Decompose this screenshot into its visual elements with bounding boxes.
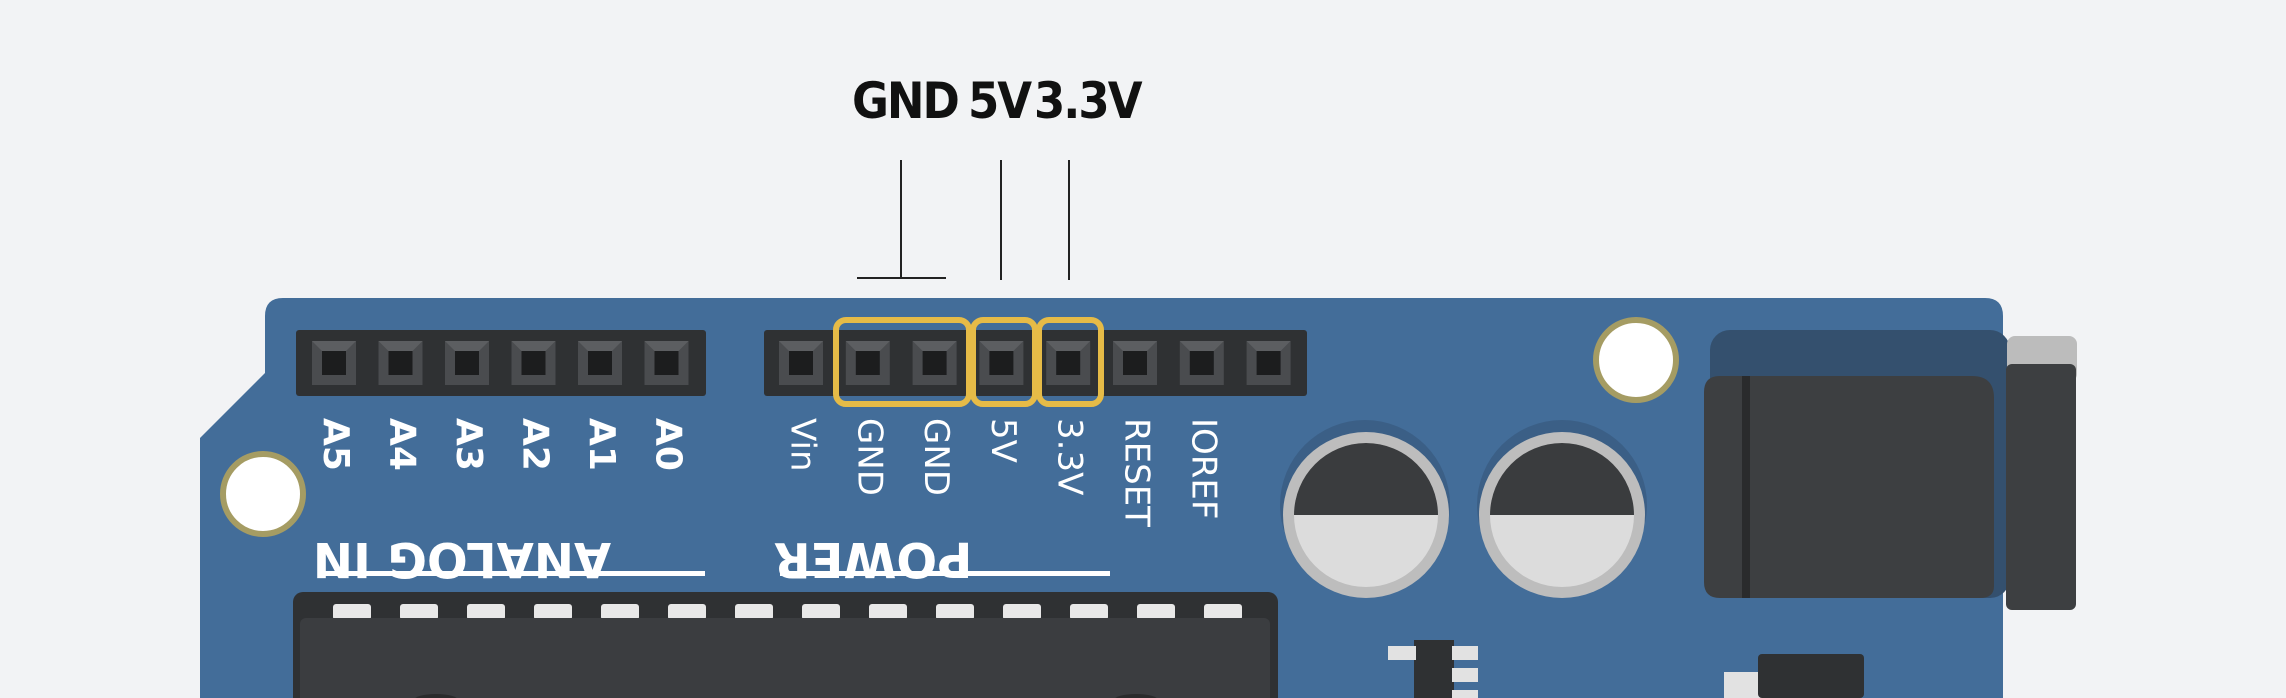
analog-pin-label-a2: A2 (515, 418, 556, 471)
chip-pin-3 (534, 604, 572, 620)
power-pin-label-33v: 3.3V (1050, 418, 1090, 495)
board-svg: A5 A4 A3 A2 A1 A0 Vin GND GND 5V 3.3V RESET IOREF A… (200, 298, 2077, 698)
analog-in-title: ANALOG IN (313, 531, 611, 587)
capacitor-1 (1280, 420, 1450, 598)
power-pin-label-vin: Vin (783, 418, 823, 472)
power-pin-socket-7 (1246, 341, 1291, 385)
analog-pin-socket-a3 (445, 341, 489, 385)
analog-pin-socket-a4 (378, 341, 423, 385)
power-pin-socket-4 (1046, 341, 1091, 385)
power-underline (780, 571, 1110, 576)
analog-pin-label-a3: A3 (448, 418, 489, 471)
chip-pin-10 (1003, 604, 1041, 620)
chip-pin-0 (333, 604, 371, 620)
chip-pin-5 (668, 604, 706, 620)
analog-pin-label-a5: A5 (315, 418, 356, 471)
power-title: POWER (774, 531, 973, 587)
analog-underline (320, 571, 705, 576)
chip-pin-2 (467, 604, 505, 620)
chip-pin-7 (802, 604, 840, 620)
power-pin-label-gnd: GND (916, 418, 956, 496)
power-pin-label-5v: 5V (983, 418, 1023, 463)
power-pin-label-ioref: IOREF (1183, 418, 1223, 519)
power-pin-label-reset: RESET (1117, 418, 1157, 527)
microcontroller-chip (293, 592, 1278, 698)
power-pin-socket-2 (912, 341, 957, 385)
power-pin-socket-5 (1113, 341, 1157, 385)
chip-pin-8 (869, 604, 907, 620)
arduino-diagram: GND 5V 3.3V A5 A4 A3 A2 A1 A0 Vin GND GND 5V 3.3V… (0, 0, 2286, 698)
analog-pin-socket-a5 (312, 341, 356, 385)
analog-pin-label-a0: A0 (648, 418, 689, 471)
chip-pin-4 (601, 604, 639, 620)
chip-pin-9 (936, 604, 974, 620)
power-pin-socket-0 (779, 341, 823, 385)
analog-pin-label-a1: A1 (581, 418, 622, 471)
power-pin-socket-1 (845, 341, 890, 385)
chip-pin-13 (1204, 604, 1242, 620)
mounting-hole-right (1593, 317, 1679, 403)
chip-pin-6 (735, 604, 773, 620)
power-pin-socket-3 (979, 341, 1024, 385)
analog-pin-socket-a0 (644, 341, 689, 385)
chip-pin-11 (1070, 604, 1108, 620)
capacitor-2 (1477, 420, 1647, 598)
power-pin-label-gnd: GND (849, 418, 889, 496)
analog-pin-label-a4: A4 (382, 418, 423, 471)
power-pin-socket-6 (1179, 341, 1224, 385)
chip-pin-1 (400, 604, 438, 620)
chip-pin-12 (1137, 604, 1175, 620)
mounting-hole-left (220, 451, 306, 537)
analog-pin-socket-a1 (578, 341, 622, 385)
analog-pin-socket-a2 (511, 341, 556, 385)
power-jack (1704, 330, 2077, 610)
